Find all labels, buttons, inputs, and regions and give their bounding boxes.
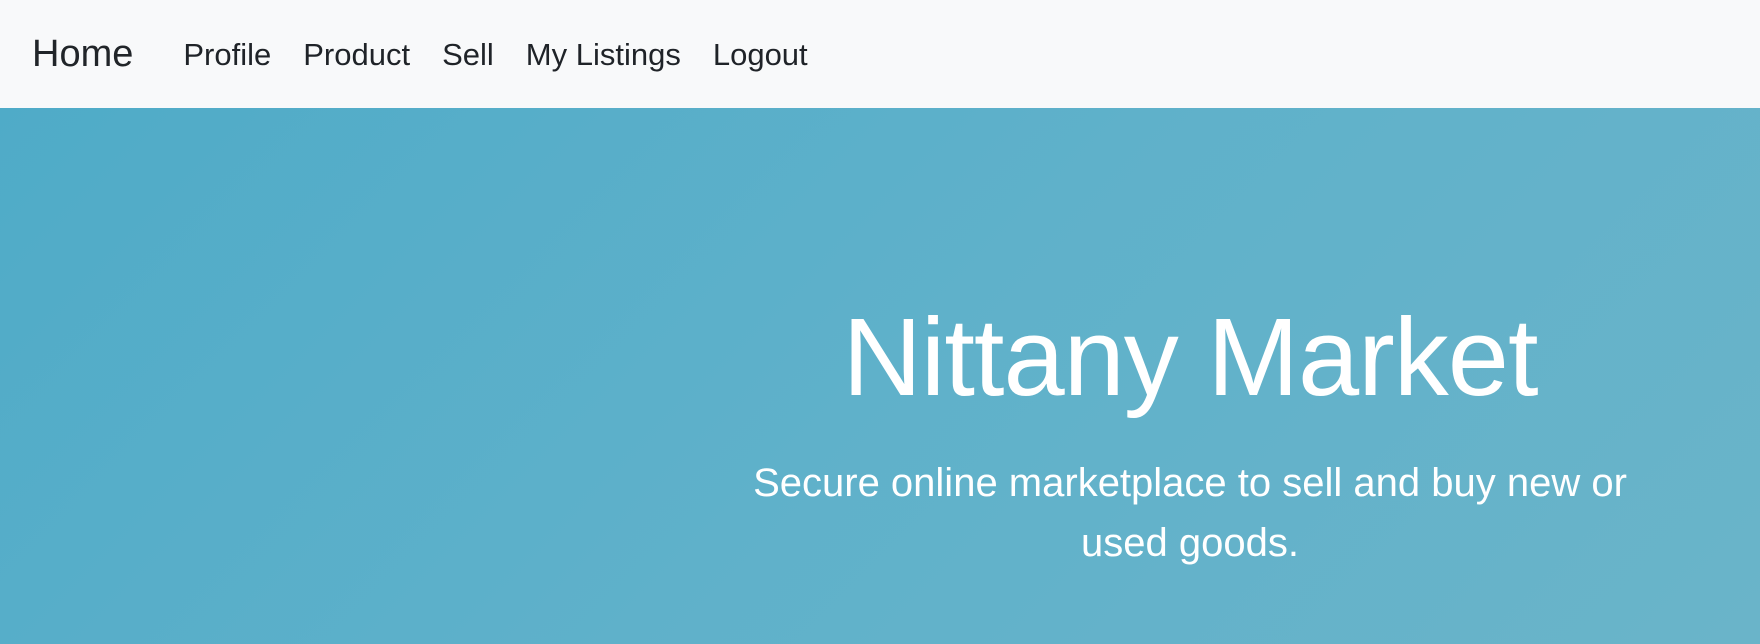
hero-subtitle: Secure online marketplace to sell and bu… <box>753 461 1627 565</box>
brand-home-link[interactable]: Home <box>32 35 133 73</box>
top-navbar: Home Profile Product Sell My Listings Lo… <box>0 0 1760 108</box>
nav-link-profile[interactable]: Profile <box>183 39 271 70</box>
hero-banner: Nittany Market Secure online marketplace… <box>0 108 1760 644</box>
nav-links: Profile Product Sell My Listings Logout <box>183 39 839 70</box>
nav-link-product[interactable]: Product <box>303 39 410 70</box>
nav-link-sell[interactable]: Sell <box>442 39 494 70</box>
hero-title: Nittany Market <box>842 296 1538 419</box>
nav-link-my-listings[interactable]: My Listings <box>526 39 681 70</box>
nav-link-logout[interactable]: Logout <box>713 39 808 70</box>
